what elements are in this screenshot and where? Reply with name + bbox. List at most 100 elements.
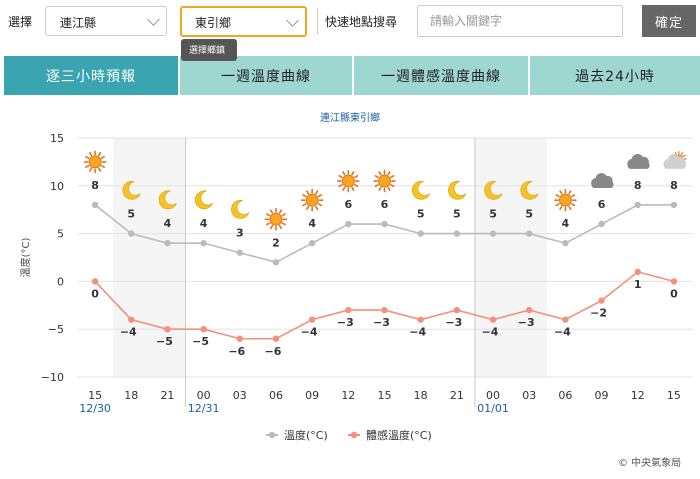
data-point xyxy=(345,306,352,314)
data-label: −5 xyxy=(156,335,173,348)
data-point xyxy=(489,316,497,323)
tab-weekly-apparent-temperature[interactable]: 一週體感溫度曲線 xyxy=(354,56,530,95)
search-label: 快速地點搜尋 xyxy=(325,15,398,29)
night-band xyxy=(474,138,548,377)
data-point xyxy=(128,316,135,323)
data-point xyxy=(381,220,388,228)
moon-icon xyxy=(194,190,213,210)
sun-icon xyxy=(554,188,577,212)
data-label: 5 xyxy=(489,208,497,221)
data-point xyxy=(128,230,135,237)
forecast-tabs: 逐三小時預報 一週溫度曲線 一週體感溫度曲線 過去24小時 xyxy=(4,56,700,95)
tab-3hour-forecast[interactable]: 逐三小時預報 xyxy=(4,56,180,95)
data-point xyxy=(200,239,207,247)
x-tick-label: 03 xyxy=(522,389,536,402)
x-tick-label: 06 xyxy=(558,389,572,402)
data-point xyxy=(526,306,533,314)
legend-marker xyxy=(350,431,358,439)
cloud-icon xyxy=(627,154,650,169)
sun-icon xyxy=(337,169,360,193)
data-point xyxy=(381,306,388,314)
township-value: 東引鄉 xyxy=(195,16,232,30)
county-select[interactable]: 連江縣 xyxy=(45,6,167,36)
x-tick-label: 03 xyxy=(233,389,247,402)
data-label: 0 xyxy=(670,287,678,300)
data-label: 5 xyxy=(453,208,461,221)
data-label: 6 xyxy=(598,198,606,211)
night-band xyxy=(113,138,186,377)
search-input[interactable] xyxy=(417,5,623,37)
data-label: 8 xyxy=(634,179,642,192)
data-label: −3 xyxy=(445,316,462,329)
x-tick-label: 12 xyxy=(341,389,355,402)
data-label: −3 xyxy=(337,316,354,329)
cloud-sun-icon xyxy=(663,151,687,169)
data-point xyxy=(272,335,280,342)
data-point xyxy=(345,220,352,228)
data-label: 5 xyxy=(525,208,533,221)
date-label: 12/31 xyxy=(188,402,220,415)
data-label: −6 xyxy=(265,345,282,358)
data-label: 4 xyxy=(562,217,570,230)
data-point xyxy=(417,316,424,323)
legend-label: 體感溫度(°C) xyxy=(366,428,432,442)
data-label: −5 xyxy=(192,335,209,348)
x-tick-label: 09 xyxy=(305,389,319,402)
data-point xyxy=(164,239,171,247)
date-label: 12/30 xyxy=(79,402,111,415)
data-point xyxy=(634,201,641,209)
chevron-down-icon xyxy=(147,13,160,26)
y-tick-label: −5 xyxy=(48,323,64,336)
chart-title: 連江縣東引鄉 xyxy=(320,111,380,124)
x-tick-label: 15 xyxy=(667,389,681,402)
data-label: 6 xyxy=(344,198,352,211)
data-point xyxy=(417,230,424,237)
sun-icon xyxy=(300,188,324,212)
data-label: 3 xyxy=(236,227,244,240)
tab-past-24-hours[interactable]: 過去24小時 xyxy=(530,56,700,95)
chevron-down-icon xyxy=(286,14,299,27)
x-tick-label: 21 xyxy=(160,389,174,402)
data-label: 1 xyxy=(634,278,642,291)
select-label: 選擇 xyxy=(8,15,33,29)
data-label: 6 xyxy=(381,198,389,211)
data-label: −4 xyxy=(409,326,426,339)
county-value: 連江縣 xyxy=(60,16,97,30)
data-point xyxy=(91,201,99,209)
data-label: −4 xyxy=(554,326,571,339)
data-label: 4 xyxy=(200,217,208,230)
data-label: −3 xyxy=(373,316,390,329)
moon-icon xyxy=(411,180,431,200)
data-point xyxy=(308,316,316,323)
confirm-button[interactable]: 確定 xyxy=(642,5,696,37)
legend-label: 溫度(°C) xyxy=(284,428,328,442)
y-tick-label: −10 xyxy=(41,371,64,384)
sun-icon xyxy=(83,150,107,174)
data-label: 4 xyxy=(308,217,316,230)
data-point xyxy=(670,201,678,209)
township-tooltip: 選擇鄉鎮 xyxy=(181,39,237,61)
data-point xyxy=(91,278,99,285)
data-label: −3 xyxy=(518,316,535,329)
data-label: −4 xyxy=(482,326,499,339)
data-label: 0 xyxy=(91,287,99,300)
x-tick-label: 15 xyxy=(88,389,102,402)
x-tick-label: 00 xyxy=(486,389,500,402)
data-point xyxy=(236,249,243,256)
data-point xyxy=(453,306,461,314)
data-point xyxy=(453,230,461,237)
temperature-chart: 151050−5−10連江縣東引鄉溫度(°C)15 18 21 00 03 06 09 12 1… xyxy=(19,111,692,442)
data-label: −6 xyxy=(228,345,245,358)
x-tick-label: 21 xyxy=(450,389,464,402)
tab-weekly-temperature[interactable]: 一週溫度曲線 xyxy=(180,56,354,95)
data-point xyxy=(272,259,280,266)
cloud-icon xyxy=(591,173,614,189)
x-tick-label: 12 xyxy=(631,389,645,402)
data-point xyxy=(236,335,243,342)
x-tick-label: 09 xyxy=(595,389,609,402)
township-select[interactable]: 東引鄉 xyxy=(180,6,307,37)
data-point xyxy=(562,239,569,247)
copyright: © 中央氣象局 xyxy=(618,458,682,469)
x-tick-label: 00 xyxy=(197,389,211,402)
divider xyxy=(317,8,318,34)
